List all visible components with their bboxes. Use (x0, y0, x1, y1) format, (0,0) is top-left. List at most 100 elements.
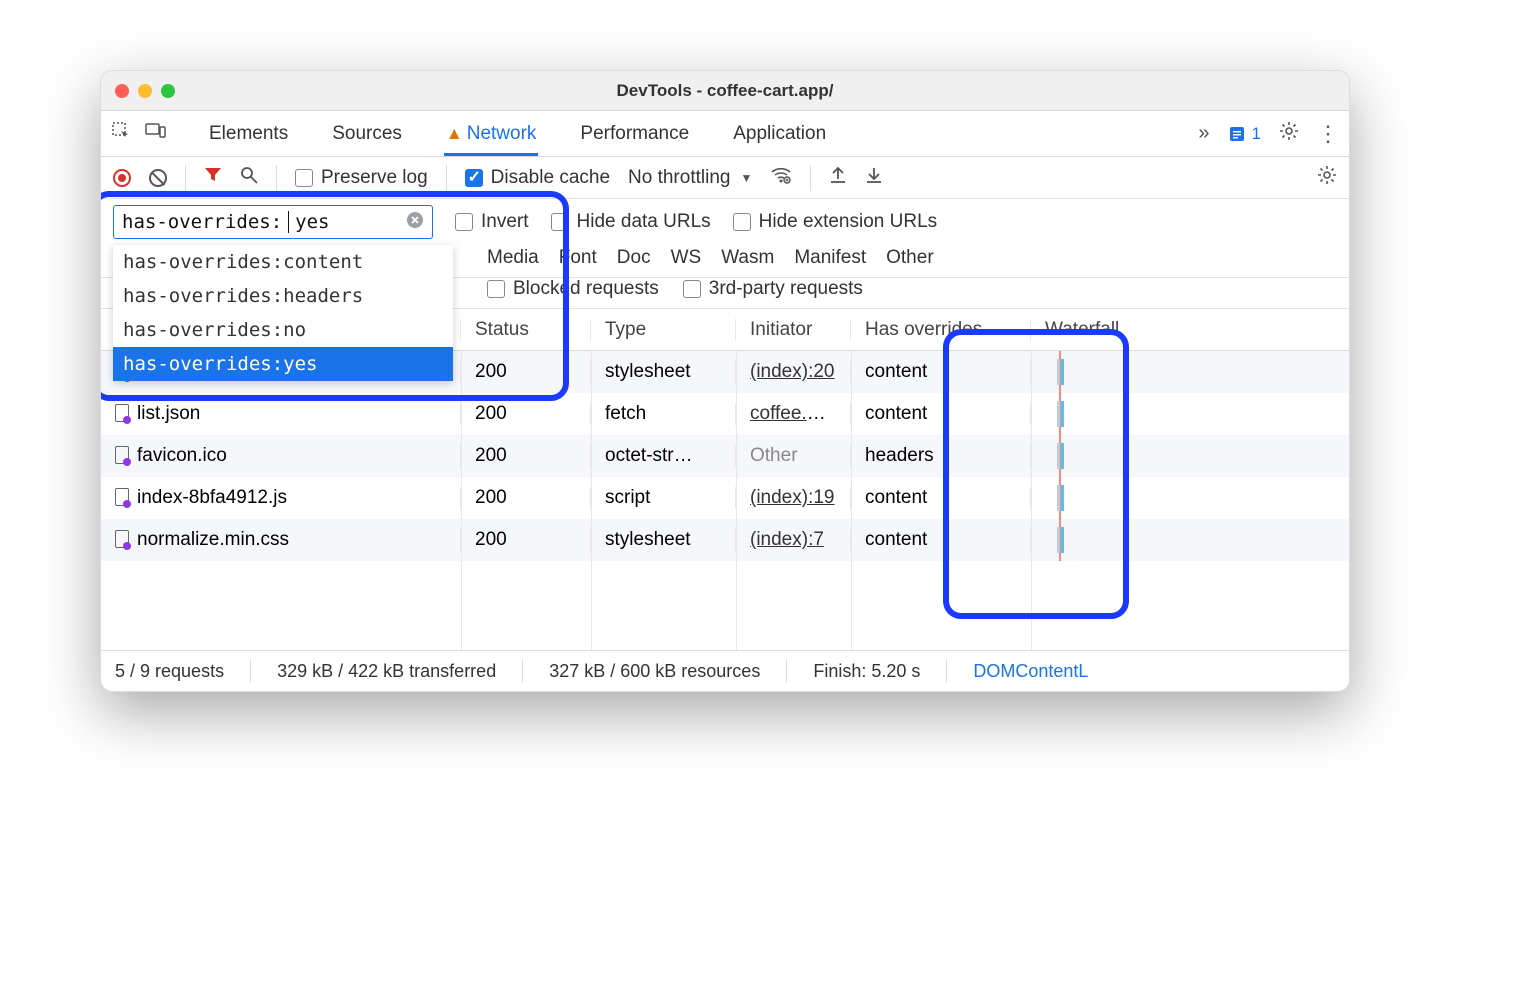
filter-input[interactable]: has-overrides: yes (113, 205, 433, 239)
divider (786, 659, 787, 683)
throttling-value: No throttling (628, 167, 730, 189)
type-filter-other[interactable]: Other (886, 247, 934, 269)
cell-status: 200 (461, 403, 591, 425)
blocked-requests-checkbox[interactable]: Blocked requests (487, 278, 659, 300)
clear-filter-icon[interactable] (406, 211, 424, 234)
main-tabs: Elements Sources ▲Network Performance Ap… (207, 113, 1168, 155)
table-row[interactable]: list.json200fetchcoffee.a…content (101, 393, 1349, 435)
inspect-element-icon[interactable] (111, 121, 131, 147)
throttling-select[interactable]: No throttling ▼ (628, 167, 752, 189)
hide-data-urls-checkbox[interactable]: Hide data URLs (551, 211, 711, 233)
network-toolbar: Preserve log Disable cache No throttling… (101, 157, 1349, 199)
autocomplete-item[interactable]: has-overrides:no (113, 313, 453, 347)
cell-name: favicon.ico (101, 445, 461, 467)
file-override-icon (115, 404, 129, 422)
file-override-icon (115, 530, 129, 548)
status-dcl: DOMContentL (973, 661, 1088, 682)
network-conditions-icon[interactable] (770, 166, 792, 189)
table-row[interactable]: normalize.min.css200stylesheet(index):7c… (101, 519, 1349, 561)
cell-overrides: headers (851, 445, 1031, 467)
col-overrides[interactable]: Has overrides (851, 319, 1031, 341)
record-button[interactable] (113, 169, 131, 187)
tab-sources[interactable]: Sources (330, 113, 404, 155)
filter-toggle-icon[interactable] (204, 166, 222, 189)
status-resources: 327 kB / 600 kB resources (549, 661, 760, 682)
type-filter-font[interactable]: Font (559, 247, 597, 269)
cell-overrides: content (851, 361, 1031, 383)
autocomplete-item[interactable]: has-overrides:yes (113, 347, 453, 381)
hide-extension-urls-checkbox[interactable]: Hide extension URLs (733, 211, 937, 233)
filter-prefix: has-overrides: (122, 211, 282, 233)
disable-cache-checkbox[interactable]: Disable cache (465, 167, 610, 189)
invert-checkbox[interactable]: Invert (455, 211, 529, 233)
table-row[interactable]: favicon.ico200octet-str…Otherheaders (101, 435, 1349, 477)
hide-data-label: Hide data URLs (577, 211, 711, 233)
titlebar: DevTools - coffee-cart.app/ (101, 71, 1349, 111)
tab-performance[interactable]: Performance (578, 113, 691, 155)
cell-overrides: content (851, 529, 1031, 551)
col-initiator[interactable]: Initiator (736, 319, 851, 341)
checkbox-icon (733, 213, 751, 231)
checkbox-icon (683, 280, 701, 298)
autocomplete-item[interactable]: has-overrides:content (113, 245, 453, 279)
text-caret (288, 211, 289, 233)
divider (946, 659, 947, 683)
resource-type-filters: Media Font Doc WS Wasm Manifest Other (487, 247, 934, 269)
status-transferred: 329 kB / 422 kB transferred (277, 661, 496, 682)
cell-type: octet-str… (591, 445, 736, 467)
cell-name: index-8bfa4912.js (101, 487, 461, 509)
cell-initiator[interactable]: (index):7 (736, 529, 851, 551)
chevron-down-icon: ▼ (740, 171, 752, 185)
download-har-icon[interactable] (865, 165, 883, 191)
tab-application[interactable]: Application (731, 113, 828, 155)
autocomplete-item[interactable]: has-overrides:headers (113, 279, 453, 313)
device-toolbar-icon[interactable] (145, 121, 167, 147)
kebab-menu-icon[interactable]: ⋮ (1317, 121, 1339, 147)
status-finish: Finish: 5.20 s (813, 661, 920, 682)
cell-status: 200 (461, 529, 591, 551)
clear-button[interactable] (149, 169, 167, 187)
type-filter-wasm[interactable]: Wasm (721, 247, 774, 269)
file-override-icon (115, 446, 129, 464)
devtools-window: DevTools - coffee-cart.app/ Elements Sou… (100, 70, 1350, 692)
network-settings-icon[interactable] (1317, 165, 1337, 191)
cell-name: list.json (101, 403, 461, 425)
tab-network[interactable]: ▲Network (444, 113, 539, 155)
col-type[interactable]: Type (591, 319, 736, 341)
table-row[interactable]: index-8bfa4912.js200script(index):19cont… (101, 477, 1349, 519)
divider (522, 659, 523, 683)
checkbox-icon (465, 169, 483, 187)
cell-initiator[interactable]: (index):19 (736, 487, 851, 509)
divider (446, 165, 447, 191)
issues-button[interactable]: 1 (1228, 124, 1261, 144)
upload-har-icon[interactable] (829, 165, 847, 191)
type-filter-manifest[interactable]: Manifest (794, 247, 866, 269)
type-filter-media[interactable]: Media (487, 247, 539, 269)
cell-initiator[interactable]: Other (736, 445, 851, 467)
cell-initiator[interactable]: (index):20 (736, 361, 851, 383)
cell-waterfall (1031, 435, 1349, 477)
type-filter-doc[interactable]: Doc (617, 247, 651, 269)
cell-waterfall (1031, 519, 1349, 561)
type-filter-ws[interactable]: WS (671, 247, 702, 269)
network-table-body: index-b859522e.css200stylesheet(index):2… (101, 351, 1349, 651)
filter-autocomplete: has-overrides:contenthas-overrides:heade… (113, 245, 453, 381)
col-waterfall[interactable]: Waterfall (1031, 319, 1349, 341)
tab-elements[interactable]: Elements (207, 113, 290, 155)
cell-status: 200 (461, 487, 591, 509)
settings-icon[interactable] (1279, 121, 1299, 147)
divider (185, 165, 186, 191)
col-status[interactable]: Status (461, 319, 591, 341)
cell-waterfall (1031, 351, 1349, 393)
preserve-log-label: Preserve log (321, 167, 428, 189)
third-party-checkbox[interactable]: 3rd-party requests (683, 278, 863, 300)
cell-initiator[interactable]: coffee.a… (736, 403, 851, 425)
checkbox-icon (487, 280, 505, 298)
more-tabs-icon[interactable]: » (1198, 122, 1209, 145)
filter-wrap: has-overrides:yes has-overrides:contenth… (113, 205, 433, 239)
filter-suffix: yes (295, 211, 400, 233)
cell-type: stylesheet (591, 529, 736, 551)
search-icon[interactable] (240, 166, 258, 189)
checkbox-icon (455, 213, 473, 231)
preserve-log-checkbox[interactable]: Preserve log (295, 167, 428, 189)
